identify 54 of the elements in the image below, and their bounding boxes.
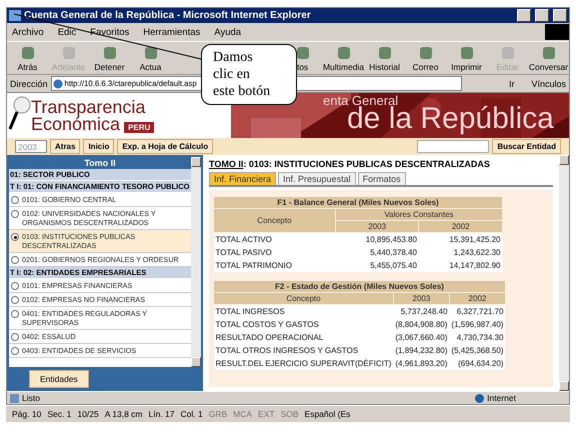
status-field: 10/25 bbox=[77, 409, 99, 419]
status-field: A 13,8 cm bbox=[104, 409, 143, 419]
status-field: Español (Es bbox=[304, 409, 350, 419]
status-field: Col. 1 bbox=[180, 409, 203, 419]
table-cell: 14,147,802.90 bbox=[418, 259, 502, 272]
logo-text: Económica bbox=[31, 116, 120, 132]
table-cell: 1,243,622.30 bbox=[418, 246, 502, 259]
column-header: Concepto bbox=[214, 208, 336, 232]
table-cell: (5,425,368.50) bbox=[449, 344, 506, 357]
table-cell: (8,804,908.80) bbox=[393, 318, 450, 331]
table-cell: TOTAL ACTIVO bbox=[214, 232, 336, 246]
table-cell: 10,895,453.80 bbox=[335, 232, 419, 246]
status-field: EXT bbox=[258, 409, 275, 419]
status-field: Sec. 1 bbox=[47, 409, 72, 419]
status-field: SOB bbox=[280, 409, 299, 419]
table-cell: TOTAL COSTOS Y GASTOS bbox=[214, 318, 394, 331]
column-header: 2003 bbox=[335, 220, 419, 232]
column-header: Concepto bbox=[214, 292, 394, 304]
table-cell: (3,067,660.40) bbox=[393, 331, 450, 344]
column-header: 2002 bbox=[418, 220, 502, 232]
status-field: GRB bbox=[208, 409, 228, 419]
status-field: Lín. 17 bbox=[148, 409, 175, 419]
table-cell: (4,961,893.20) bbox=[393, 357, 450, 370]
table-cell: 6,327,721.70 bbox=[449, 304, 506, 318]
column-header: 2003 bbox=[393, 292, 450, 304]
table-cell: RESULTADO OPERACIONAL bbox=[214, 331, 394, 344]
table-cell: TOTAL INGRESOS bbox=[214, 304, 394, 318]
table-cell: TOTAL OTROS INGRESOS Y GASTOS bbox=[214, 344, 394, 357]
status-field: Pág. 10 bbox=[12, 409, 42, 419]
table-cell: 4,730,734.30 bbox=[449, 331, 506, 344]
table-cell: TOTAL PATRIMONIO bbox=[214, 259, 336, 272]
column-header: Valores Constantes bbox=[335, 208, 502, 220]
column-header: 2002 bbox=[449, 292, 506, 304]
table-cell: RESULT.DEL EJERCICIO SUPERAVIT(DÉFICIT) bbox=[214, 357, 394, 370]
status-field: MCA bbox=[233, 409, 252, 419]
address-label: Dirección bbox=[10, 78, 48, 88]
zone-text: Internet bbox=[487, 393, 516, 403]
table-cell: (1,894,232.80) bbox=[393, 344, 450, 357]
table-cell: TOTAL PASIVO bbox=[214, 246, 336, 259]
content-heading: TOMO II: 0103: INSTITUCIONES PUBLICAS DESCENTRALIZADAS bbox=[209, 159, 491, 169]
table-cell: 15,391,425.20 bbox=[418, 232, 502, 246]
table-cell: 5,440,378.40 bbox=[335, 246, 419, 259]
window-title: Cuenta General de la República - Microsoft Internet Explorer bbox=[24, 10, 312, 21]
logo-text: Transparencia bbox=[31, 98, 146, 116]
table-cell: 5,455,075.40 bbox=[335, 259, 419, 272]
table-title: F1 - Balance General (Miles Nuevos Soles) bbox=[214, 196, 502, 208]
table-cell: (694,634.20) bbox=[449, 357, 506, 370]
logo-badge: PERU bbox=[124, 122, 154, 132]
panel-title: Tomo II bbox=[9, 157, 191, 169]
status-text: Listo bbox=[22, 393, 40, 403]
table-title: F2 - Estado de Gestión (Miles Nuevos Soles) bbox=[214, 280, 506, 292]
callout-tooltip: Damos clic en este botón bbox=[201, 44, 297, 105]
table-cell: (1,596,987.40) bbox=[449, 318, 506, 331]
table-cell: 5,737,248.40 bbox=[393, 304, 450, 318]
